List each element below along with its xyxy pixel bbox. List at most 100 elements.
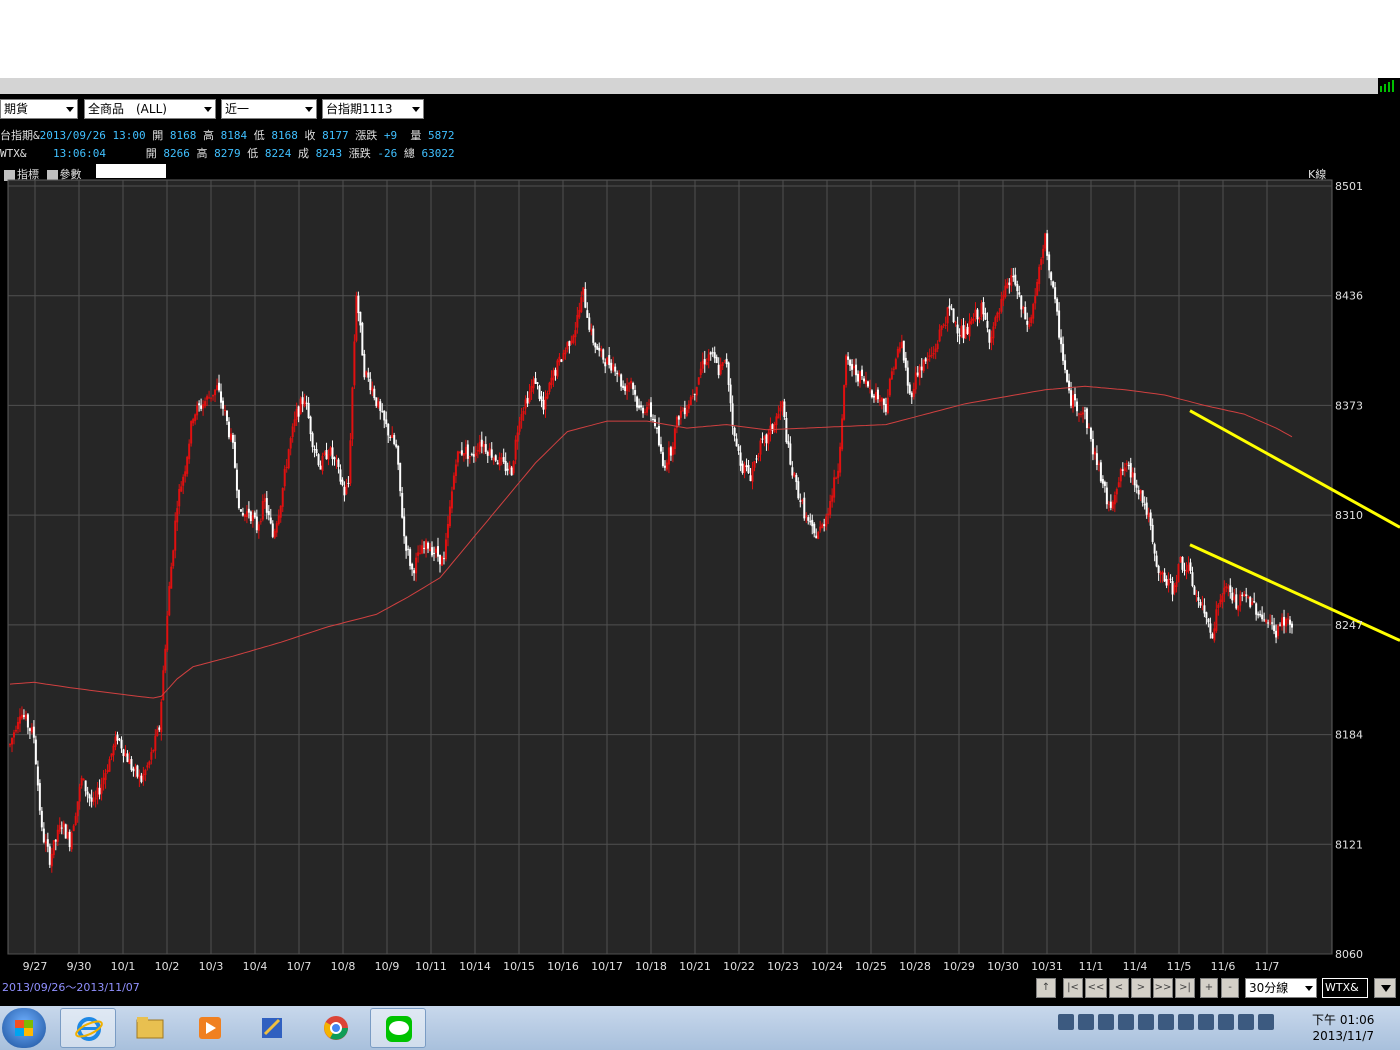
candlestick-chart[interactable]: 8501 8436 8373 8310 8247 8184 8121 8060 9/27 9/3… (0, 94, 1400, 974)
candle-body (190, 421, 193, 444)
tray-icon[interactable] (1158, 1014, 1174, 1030)
candle-body (1083, 410, 1086, 412)
candle-body (1145, 502, 1148, 515)
candle-body (827, 513, 830, 516)
candle-body (12, 732, 15, 738)
tray-icon[interactable] (1218, 1014, 1234, 1030)
tray-icon[interactable] (1078, 1014, 1094, 1030)
symbol-input[interactable]: WTX& (1322, 978, 1368, 998)
app-icon[interactable] (244, 1008, 300, 1048)
candle-body (719, 364, 722, 375)
help-icon[interactable] (1138, 1014, 1154, 1030)
candle-body (9, 744, 11, 746)
candle-body (1275, 630, 1278, 638)
candle-body (58, 825, 61, 832)
candle-body (753, 461, 756, 468)
candle-body (478, 441, 481, 452)
candle-body (747, 465, 750, 474)
candle-body (458, 451, 461, 454)
candle-body (172, 550, 175, 567)
candle-body (468, 456, 471, 458)
window-frame-top (0, 78, 1400, 94)
candle-body (220, 391, 223, 403)
candle-body (968, 321, 971, 337)
symbol-dropdown-button[interactable] (1374, 978, 1396, 998)
y-tick-label: 8501 (1335, 180, 1363, 193)
back-button[interactable]: < (1109, 978, 1129, 998)
last-button[interactable]: >| (1175, 978, 1195, 998)
zoom-in-button[interactable]: + (1200, 978, 1218, 998)
candle-body (373, 388, 376, 399)
candle-body (767, 432, 770, 444)
candle-body (235, 469, 238, 491)
line-icon[interactable] (370, 1008, 426, 1048)
fast-back-button[interactable]: << (1085, 978, 1107, 998)
chrome-icon[interactable] (308, 1008, 364, 1048)
candle-body (787, 441, 790, 445)
candle-body (82, 778, 85, 781)
forward-button[interactable]: > (1131, 978, 1151, 998)
candle-body (572, 335, 575, 343)
candle-body (1223, 587, 1226, 595)
candle-body (429, 549, 432, 552)
candle-body (1239, 594, 1242, 606)
trading-window: 期貨 全商品 (ALL) 近一 台指期1113 台指期&2013/09/26 1… (0, 94, 1400, 1006)
zoom-out-button[interactable]: - (1221, 978, 1239, 998)
candle-body (1289, 619, 1292, 625)
candle-body (576, 314, 579, 328)
candle-body (289, 438, 292, 449)
candle-body (1111, 501, 1114, 509)
candle-body (908, 384, 911, 394)
candle-body (464, 446, 467, 455)
tray-icon[interactable] (1118, 1014, 1134, 1030)
candle-body (994, 317, 997, 326)
volume-icon[interactable] (1258, 1014, 1274, 1030)
candle-body (317, 454, 320, 466)
tray-icon[interactable] (1058, 1014, 1074, 1030)
candle-body (1028, 324, 1031, 327)
file-explorer-icon[interactable] (122, 1008, 178, 1048)
candle-body (608, 355, 611, 366)
first-button[interactable]: |< (1063, 978, 1083, 998)
candle-body (590, 329, 593, 332)
candle-body (1171, 581, 1174, 595)
candle-body (263, 498, 266, 502)
candle-body (801, 499, 804, 501)
internet-explorer-icon[interactable] (60, 1008, 116, 1048)
candle-body (667, 447, 670, 465)
candle-body (233, 442, 236, 468)
candle-body (1058, 310, 1061, 338)
candle-body (978, 317, 981, 320)
x-tick-label: 10/16 (547, 960, 579, 973)
candle-body (347, 482, 350, 484)
candle-body (677, 416, 680, 420)
candle-body (114, 736, 117, 747)
candle-body (1064, 360, 1067, 370)
candle-body (687, 404, 690, 409)
antivirus-icon[interactable] (1198, 1014, 1214, 1030)
clock[interactable]: 下午 01:06 2013/11/7 (1312, 1012, 1374, 1044)
candle-body (586, 310, 589, 318)
candle-body (922, 359, 925, 371)
candle-body (275, 523, 278, 533)
scroll-up-button[interactable]: ↑ (1036, 978, 1056, 998)
candle-body (600, 348, 603, 352)
candle-body (1245, 594, 1248, 597)
candle-body (480, 439, 483, 447)
interval-select[interactable]: 30分線 (1245, 978, 1317, 998)
candle-body (906, 367, 909, 386)
candle-body (1235, 594, 1238, 609)
candle-body (1131, 472, 1134, 478)
tray-icon[interactable] (1098, 1014, 1114, 1030)
candle-body (1077, 413, 1080, 415)
candle-body (28, 728, 31, 731)
candle-body (956, 324, 959, 334)
tray-icon[interactable] (1178, 1014, 1194, 1030)
fast-forward-button[interactable]: >> (1153, 978, 1173, 998)
media-player-icon[interactable] (182, 1008, 238, 1048)
interval-select-value: 30分線 (1249, 981, 1289, 995)
candle-body (868, 387, 871, 389)
start-orb-icon[interactable] (2, 1008, 46, 1048)
candle-body (1139, 490, 1142, 494)
network-icon[interactable] (1238, 1014, 1254, 1030)
